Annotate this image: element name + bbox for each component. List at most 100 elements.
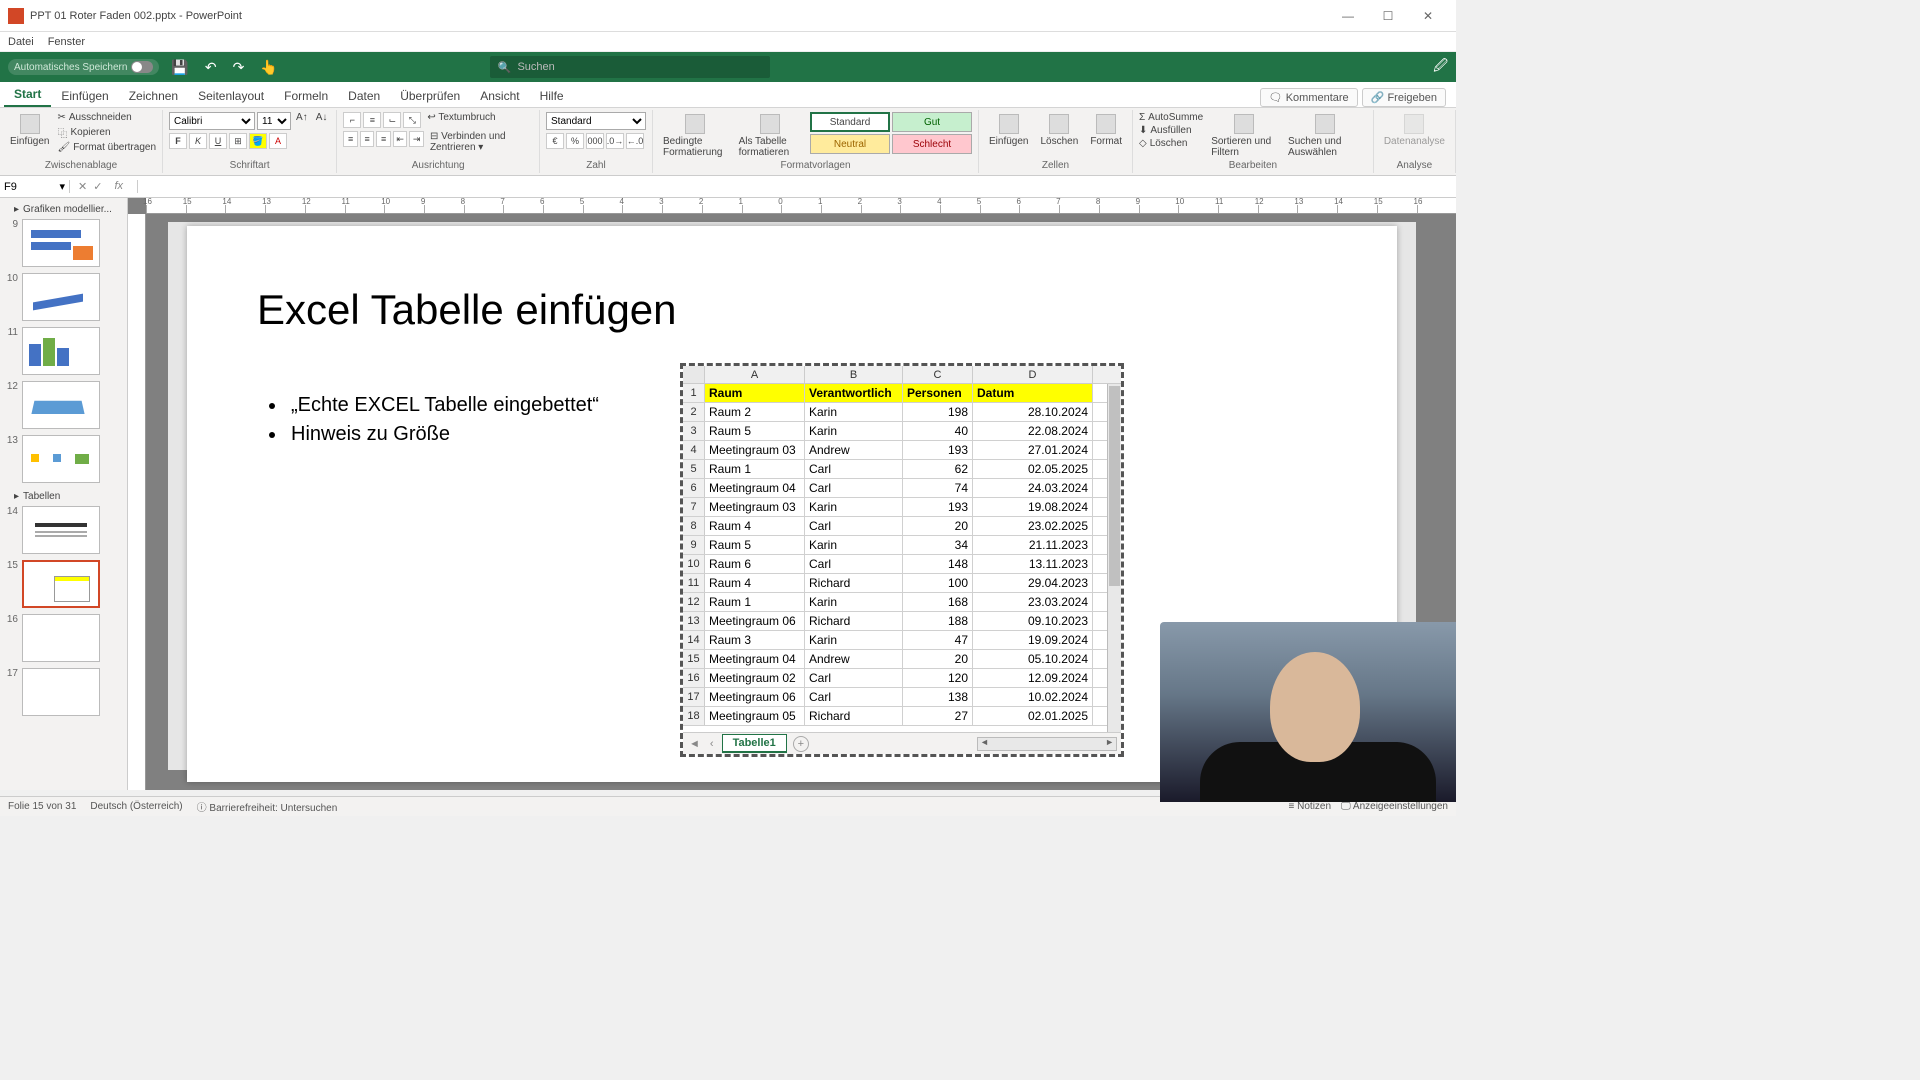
slide-bullets[interactable]: „Echte EXCEL Tabelle eingebettet“ Hinwei… xyxy=(287,394,599,452)
maximize-button[interactable]: ☐ xyxy=(1368,4,1408,28)
share-quick-icon[interactable]: 🖉 xyxy=(1433,55,1448,79)
slide-title[interactable]: Excel Tabelle einfügen xyxy=(257,286,677,334)
notes-button[interactable]: ≡ Notizen xyxy=(1289,801,1332,812)
conditional-formatting-button[interactable]: Bedingte Formatierung xyxy=(659,112,731,160)
align-left-icon[interactable]: ≡ xyxy=(343,131,358,147)
dec-decimal-icon[interactable]: ←.0 xyxy=(626,133,644,149)
slide-thumb-12[interactable] xyxy=(22,381,100,429)
table-header-row[interactable]: 1RaumVerantwortlichPersonenDatum xyxy=(683,384,1121,403)
col-b[interactable]: B xyxy=(805,366,903,383)
undo-icon[interactable]: ↶ xyxy=(201,59,221,76)
table-row[interactable]: 9Raum 5Karin3421.11.2023 xyxy=(683,536,1121,555)
tab-zeichnen[interactable]: Zeichnen xyxy=(119,85,188,107)
bold-button[interactable]: F xyxy=(169,133,187,149)
table-row[interactable]: 7Meetingraum 03Karin19319.08.2024 xyxy=(683,498,1121,517)
slide-thumb-10[interactable] xyxy=(22,273,100,321)
border-button[interactable]: ⊞ xyxy=(229,133,247,149)
currency-icon[interactable]: € xyxy=(546,133,564,149)
inc-decimal-icon[interactable]: .0→ xyxy=(606,133,624,149)
menu-datei[interactable]: Datei xyxy=(8,36,34,48)
delete-cells-button[interactable]: Löschen xyxy=(1037,112,1083,149)
align-center-icon[interactable]: ≡ xyxy=(360,131,375,147)
data-analysis-button[interactable]: Datenanalyse xyxy=(1380,112,1449,149)
tab-formeln[interactable]: Formeln xyxy=(274,85,338,107)
cancel-formula-icon[interactable]: ✕ xyxy=(78,180,87,193)
select-all-corner[interactable] xyxy=(683,366,705,383)
col-c[interactable]: C xyxy=(903,366,973,383)
autosum-button[interactable]: Σ AutoSumme xyxy=(1139,112,1203,123)
embedded-excel-object[interactable]: A B C D 1RaumVerantwortlichPersonenDatum… xyxy=(683,366,1121,754)
table-row[interactable]: 13Meetingraum 06Richard18809.10.2023 xyxy=(683,612,1121,631)
fill-color-button[interactable]: 🪣 xyxy=(249,133,267,149)
col-a[interactable]: A xyxy=(705,366,805,383)
slide-counter[interactable]: Folie 15 von 31 xyxy=(8,801,76,812)
indent-dec-icon[interactable]: ⇤ xyxy=(393,131,408,147)
sort-filter-button[interactable]: Sortieren und Filtern xyxy=(1207,112,1280,160)
find-select-button[interactable]: Suchen und Auswählen xyxy=(1284,112,1367,160)
search-box[interactable]: 🔍 Suchen xyxy=(490,56,770,78)
decrease-font-icon[interactable]: A↓ xyxy=(313,112,331,130)
section-header-1[interactable]: ▸ Grafiken modellier... xyxy=(4,202,123,219)
indent-inc-icon[interactable]: ⇥ xyxy=(409,131,424,147)
italic-button[interactable]: K xyxy=(189,133,207,149)
style-neutral[interactable]: Neutral xyxy=(810,134,890,154)
table-row[interactable]: 11Raum 4Richard10029.04.2023 xyxy=(683,574,1121,593)
format-painter-button[interactable]: 🖌 Format übertragen xyxy=(57,142,156,153)
table-row[interactable]: 14Raum 3Karin4719.09.2024 xyxy=(683,631,1121,650)
add-sheet-button[interactable]: + xyxy=(793,736,809,752)
slide-thumb-14[interactable] xyxy=(22,506,100,554)
format-as-table-button[interactable]: Als Tabelle formatieren xyxy=(735,112,806,160)
table-row[interactable]: 2Raum 2Karin19828.10.2024 xyxy=(683,403,1121,422)
tab-ueberpruefen[interactable]: Überprüfen xyxy=(390,85,470,107)
sheet-tab-tabelle1[interactable]: Tabelle1 xyxy=(722,734,787,753)
menu-fenster[interactable]: Fenster xyxy=(48,36,85,48)
clear-button[interactable]: ◇ Löschen xyxy=(1139,138,1203,149)
font-size-select[interactable]: 11 xyxy=(257,112,291,130)
horizontal-scrollbar[interactable] xyxy=(977,737,1117,751)
copy-button[interactable]: ⿻ Kopieren xyxy=(57,125,156,140)
insert-cells-button[interactable]: Einfügen xyxy=(985,112,1032,149)
number-format-select[interactable]: Standard xyxy=(546,112,646,130)
tab-daten[interactable]: Daten xyxy=(338,85,390,107)
table-row[interactable]: 15Meetingraum 04Andrew2005.10.2024 xyxy=(683,650,1121,669)
slide-thumb-15[interactable] xyxy=(22,560,100,608)
save-icon[interactable]: 💾 xyxy=(167,59,192,76)
comma-icon[interactable]: 000 xyxy=(586,133,604,149)
minimize-button[interactable]: — xyxy=(1328,4,1368,28)
touch-mode-icon[interactable]: 👆 xyxy=(256,59,281,76)
table-row[interactable]: 17Meetingraum 06Carl13810.02.2024 xyxy=(683,688,1121,707)
share-button[interactable]: 🔗 Freigeben xyxy=(1362,88,1446,107)
fx-icon[interactable]: fx xyxy=(108,180,129,193)
font-name-select[interactable]: Calibri xyxy=(169,112,255,130)
fill-button[interactable]: ⬇ Ausfüllen xyxy=(1139,125,1203,136)
format-cells-button[interactable]: Format xyxy=(1086,112,1126,149)
underline-button[interactable]: U xyxy=(209,133,227,149)
font-color-button[interactable]: A xyxy=(269,133,287,149)
table-row[interactable]: 12Raum 1Karin16823.03.2024 xyxy=(683,593,1121,612)
wrap-text-button[interactable]: ↩ Textumbruch xyxy=(427,112,495,128)
table-row[interactable]: 3Raum 5Karin4022.08.2024 xyxy=(683,422,1121,441)
sheet-nav-first-icon[interactable]: ◄ xyxy=(687,738,702,750)
accessibility-check[interactable]: ⓘ Barrierefreiheit: Untersuchen xyxy=(197,799,338,814)
table-row[interactable]: 6Meetingraum 04Carl7424.03.2024 xyxy=(683,479,1121,498)
orientation-icon[interactable]: ⤡ xyxy=(403,112,421,128)
slide-thumbnails-panel[interactable]: ▸ Grafiken modellier... 9 10 11 12 13 ▸ … xyxy=(0,198,128,790)
tab-einfuegen[interactable]: Einfügen xyxy=(51,85,118,107)
slide-thumb-11[interactable] xyxy=(22,327,100,375)
sheet-nav-prev-icon[interactable]: ‹ xyxy=(708,738,716,750)
merge-button[interactable]: ⊟ Verbinden und Zentrieren ▾ xyxy=(430,131,533,153)
slide-thumb-16[interactable] xyxy=(22,614,100,662)
name-box[interactable]: F9▾ xyxy=(0,180,70,193)
section-header-2[interactable]: ▸ Tabellen xyxy=(4,489,123,506)
table-row[interactable]: 16Meetingraum 02Carl12012.09.2024 xyxy=(683,669,1121,688)
accept-formula-icon[interactable]: ✓ xyxy=(93,180,102,193)
slide-thumb-17[interactable] xyxy=(22,668,100,716)
excel-rows[interactable]: 1RaumVerantwortlichPersonenDatum2Raum 2K… xyxy=(683,384,1121,732)
close-button[interactable]: ✕ xyxy=(1408,4,1448,28)
display-settings-button[interactable]: 🖵 Anzeigeeinstellungen xyxy=(1341,801,1448,812)
increase-font-icon[interactable]: A↑ xyxy=(293,112,311,130)
align-right-icon[interactable]: ≡ xyxy=(376,131,391,147)
table-row[interactable]: 5Raum 1Carl6202.05.2025 xyxy=(683,460,1121,479)
align-top-icon[interactable]: ⌐ xyxy=(343,112,361,128)
tab-seitenlayout[interactable]: Seitenlayout xyxy=(188,85,274,107)
